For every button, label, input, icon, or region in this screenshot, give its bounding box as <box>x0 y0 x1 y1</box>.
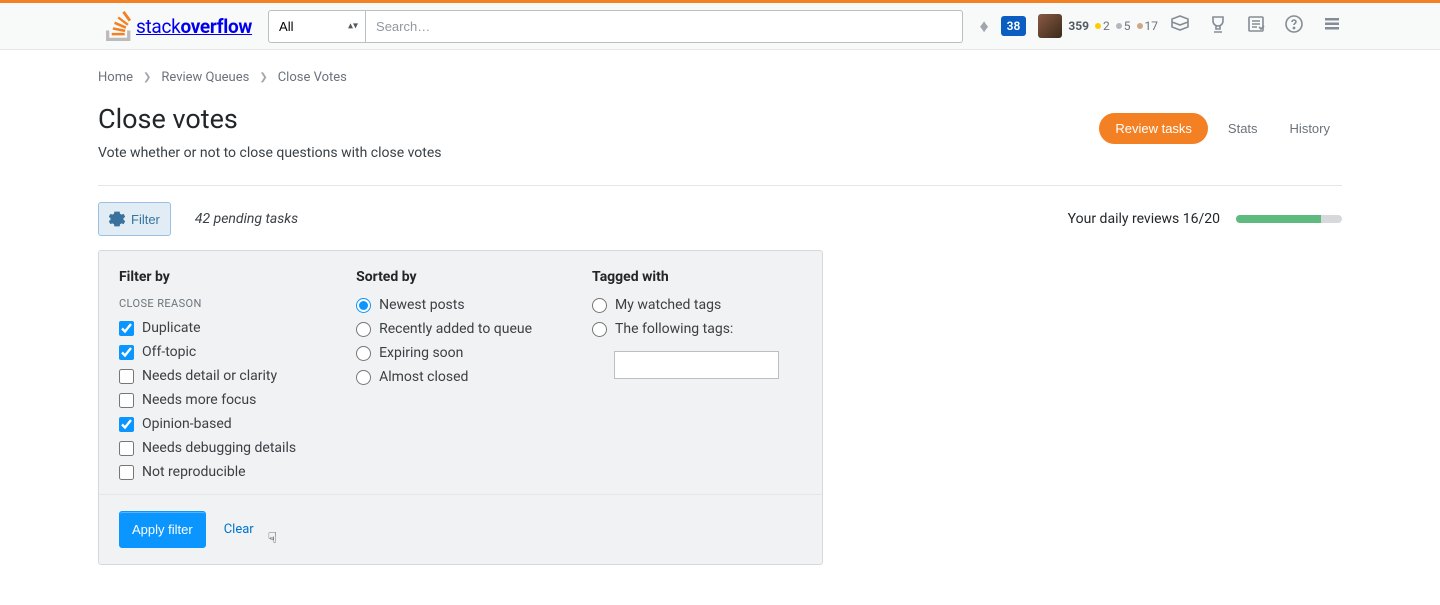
filter-toggle-button[interactable]: Filter <box>98 202 171 236</box>
close-reason-checkbox[interactable] <box>119 369 134 384</box>
close-reason-checkbox[interactable] <box>119 465 134 480</box>
close-reason-option[interactable]: Duplicate <box>119 320 296 336</box>
page-title: Close votes <box>98 103 442 135</box>
close-reason-checkbox[interactable] <box>119 345 134 360</box>
tag-option[interactable]: My watched tags <box>592 297 779 313</box>
breadcrumb: Home ❯ Review Queues ❯ Close Votes <box>98 70 1342 85</box>
breadcrumb-review-queues[interactable]: Review Queues <box>161 70 249 85</box>
close-reason-option[interactable]: Opinion-based <box>119 416 296 432</box>
close-reason-option[interactable]: Not reproducible <box>119 464 296 480</box>
chevron-right-icon: ❯ <box>259 72 267 83</box>
help-icon[interactable] <box>1284 14 1304 38</box>
page-tabs: Review tasks Stats History <box>1099 113 1342 144</box>
close-reason-label: Not reproducible <box>142 464 246 480</box>
close-reason-label: Needs detail or clarity <box>142 368 277 384</box>
close-reason-option[interactable]: Needs detail or clarity <box>119 368 296 384</box>
stackoverflow-icon <box>106 11 132 41</box>
close-reason-checkbox[interactable] <box>119 417 134 432</box>
site-logo[interactable]: stackoverflow <box>98 11 260 41</box>
tag-label: The following tags: <box>615 321 733 337</box>
site-switcher-icon[interactable] <box>1322 14 1342 38</box>
search-input[interactable] <box>366 10 963 43</box>
tag-input[interactable] <box>614 351 779 379</box>
review-queues-icon[interactable] <box>1246 14 1266 38</box>
cursor-icon: ☟ <box>268 529 277 547</box>
page-subtitle: Vote whether or not to close questions w… <box>98 145 442 161</box>
tab-review-tasks[interactable]: Review tasks <box>1099 113 1208 144</box>
filter-by-heading: Filter by <box>119 269 296 285</box>
reputation: 359 <box>1068 19 1089 33</box>
sort-option[interactable]: Recently added to queue <box>356 321 532 337</box>
sort-label: Expiring soon <box>379 345 463 361</box>
breadcrumb-home[interactable]: Home <box>98 70 133 85</box>
close-reason-label: Needs more focus <box>142 392 256 408</box>
clear-filter-link[interactable]: Clear <box>224 522 254 537</box>
silver-badge-count: 5 <box>1116 19 1131 33</box>
close-reason-label: Off-topic <box>142 344 196 360</box>
tag-option[interactable]: The following tags: <box>592 321 779 337</box>
sort-radio[interactable] <box>356 298 371 313</box>
pending-tasks: 42 pending tasks <box>195 211 298 227</box>
sort-radio[interactable] <box>356 346 371 361</box>
gear-icon <box>109 211 125 227</box>
topbar: stackoverflow All ▴▾ ♦ 38 359 2 5 17 <box>0 3 1440 50</box>
user-chip[interactable]: 359 2 5 17 <box>1038 14 1158 38</box>
sort-label: Almost closed <box>379 369 468 385</box>
filter-by-column: Filter by CLOSE REASON Duplicate Off-topi… <box>119 269 296 488</box>
sort-radio[interactable] <box>356 370 371 385</box>
sorted-by-column: Sorted by Newest posts Recently added to … <box>356 269 532 488</box>
tag-radio[interactable] <box>592 298 607 313</box>
tag-label: My watched tags <box>615 297 721 313</box>
close-reason-checkbox[interactable] <box>119 321 134 336</box>
search-scope-select[interactable]: All <box>268 10 366 43</box>
search-form: All ▴▾ <box>268 10 963 43</box>
sort-radio[interactable] <box>356 322 371 337</box>
filter-panel: Filter by CLOSE REASON Duplicate Off-topi… <box>98 250 823 565</box>
close-reason-subhead: CLOSE REASON <box>119 297 296 310</box>
tag-radio[interactable] <box>592 322 607 337</box>
close-reason-checkbox[interactable] <box>119 441 134 456</box>
sort-option[interactable]: Newest posts <box>356 297 532 313</box>
close-reason-label: Duplicate <box>142 320 201 336</box>
apply-filter-button[interactable]: Apply filter <box>119 511 206 548</box>
close-reason-label: Needs debugging details <box>142 440 296 456</box>
close-reason-option[interactable]: Needs more focus <box>119 392 296 408</box>
tab-stats[interactable]: Stats <box>1216 113 1270 144</box>
daily-reviews-label: Your daily reviews 16/20 <box>1068 211 1220 227</box>
inbox-icon[interactable] <box>1170 14 1190 38</box>
moderator-diamond-icon[interactable]: ♦ <box>979 16 988 37</box>
breadcrumb-current: Close Votes <box>278 70 347 85</box>
close-reason-checkbox[interactable] <box>119 393 134 408</box>
avatar <box>1038 14 1062 38</box>
bronze-badge-count: 17 <box>1137 19 1159 33</box>
sort-option[interactable]: Almost closed <box>356 369 532 385</box>
sorted-by-heading: Sorted by <box>356 269 532 285</box>
close-reason-label: Opinion-based <box>142 416 232 432</box>
daily-reviews-progress <box>1236 215 1342 223</box>
tagged-with-heading: Tagged with <box>592 269 779 285</box>
sort-option[interactable]: Expiring soon <box>356 345 532 361</box>
achievements-icon[interactable] <box>1208 14 1228 38</box>
sort-label: Newest posts <box>379 297 465 313</box>
tagged-with-column: Tagged with My watched tags The following… <box>592 269 779 488</box>
tab-history[interactable]: History <box>1278 113 1342 144</box>
close-reason-option[interactable]: Needs debugging details <box>119 440 296 456</box>
filter-toggle-label: Filter <box>131 212 160 227</box>
close-reason-option[interactable]: Off-topic <box>119 344 296 360</box>
gold-badge-count: 2 <box>1095 19 1110 33</box>
logo-text: stackoverflow <box>136 15 252 38</box>
chevron-right-icon: ❯ <box>143 72 151 83</box>
sort-label: Recently added to queue <box>379 321 532 337</box>
inbox-count-badge[interactable]: 38 <box>1001 16 1027 36</box>
